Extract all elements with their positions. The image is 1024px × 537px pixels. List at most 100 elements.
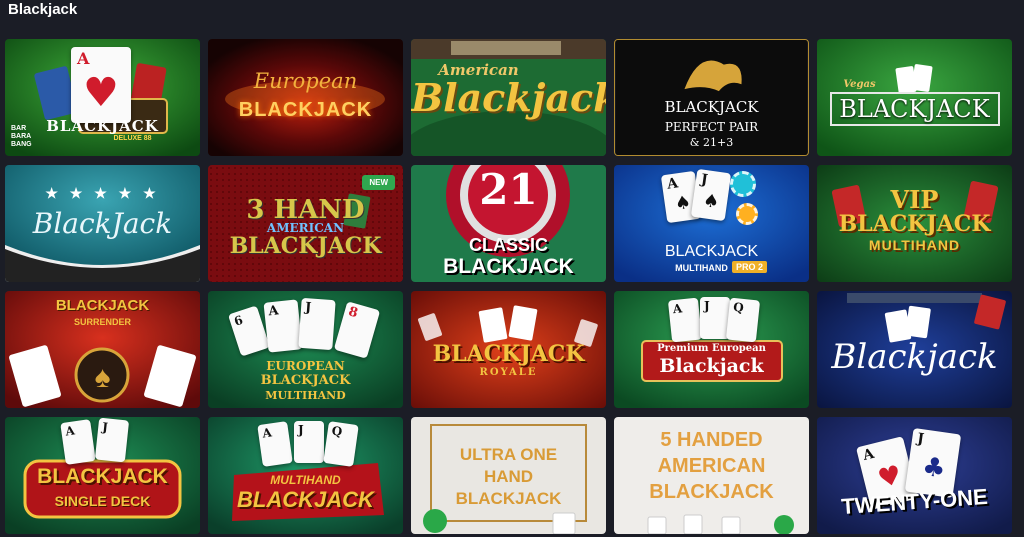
jack-of-spades-card: J ♠ [690, 168, 732, 222]
jack-card: J [298, 297, 336, 351]
tile-subtitle: BLACKJACK [238, 99, 373, 121]
game-tile-twenty-one[interactable]: A ♥ J ♣ TWENTY-ONE [817, 417, 1012, 534]
card-rank: A [64, 423, 76, 439]
tile-title: CLASSIC [468, 235, 548, 255]
tile-subtitle: Blackjack [411, 75, 606, 120]
tile-title: BLACKJACK [46, 117, 159, 135]
tile-subtitle: ROYALE [479, 367, 538, 378]
game-tile-american-blackjack[interactable]: American Blackjack [411, 39, 606, 156]
tile-title: BLACKJACK [432, 341, 585, 367]
provider-line: BARA [11, 133, 32, 140]
game-tile-5-handed-american-blackjack[interactable]: 5 HANDED AMERICAN BLACKJACK [614, 417, 809, 534]
game-tile-classic-blackjack[interactable]: 21 CLASSIC BLACKJACK [411, 165, 606, 282]
game-tile-multihand-blackjack[interactable]: A J Q MULTIHAND BLACKJACK [208, 417, 403, 534]
tile-title: BLACKJACK [37, 465, 168, 488]
card-rank: A [672, 301, 683, 317]
tile-subtitle-2: BLACKJACK [229, 233, 382, 259]
tile-subtitle: Blackjack [659, 355, 764, 377]
card-rank: J [101, 419, 109, 435]
club-icon: ♣ [920, 451, 948, 485]
game-tile-premium-european-blackjack[interactable]: A J Q Premium European Blackjack [614, 291, 809, 408]
card-rank: J [699, 171, 709, 189]
card-rank: A [861, 445, 876, 465]
tile-subtitle-2: & 21+3 [689, 136, 734, 149]
card-rank: J [298, 423, 304, 437]
provider-logo: BAR BARA BANG [11, 125, 32, 149]
ace-card: A [60, 419, 96, 465]
tile-subtitle-2: MULTIHAND [265, 389, 346, 402]
card-rank: J [916, 430, 925, 448]
section-title: Blackjack [8, 1, 78, 18]
spade-icon: ♠ [94, 361, 111, 394]
game-tile-european-blackjack-multihand[interactable]: 6 A J 8 EUROPEAN BLACKJACK MULTIHAND [208, 291, 403, 408]
provider-line: BAR [11, 125, 27, 132]
tile-title: MULTIHAND [270, 473, 341, 487]
card-rank: A [77, 49, 90, 68]
tile-subtitle: PERFECT PAIR [664, 120, 759, 134]
chip-icon [736, 203, 758, 225]
spade-icon: ♠ [673, 191, 693, 215]
game-tile-vegas-blackjack[interactable]: Vegas BLACKJACK [817, 39, 1012, 156]
tile-title: 5 HANDED [660, 429, 763, 451]
card-rank: Q [732, 299, 745, 315]
game-tile-blackjack-navy[interactable]: Blackjack [817, 291, 1012, 408]
game-tile-3-hand-american-blackjack[interactable]: NEW 3 HAND AMERICAN BLACKJACK [208, 165, 403, 282]
tile-subtitle: SURRENDER [73, 317, 131, 327]
tile-subtitle: BLACKJACK [838, 211, 991, 237]
card-rank: A [666, 175, 680, 193]
tile-subtitle-2: BLACKJACK [649, 481, 774, 503]
tile-title: ULTRA ONE [459, 445, 558, 464]
game-tile-ultra-one-hand-blackjack[interactable]: ULTRA ONE HAND BLACKJACK [411, 417, 606, 534]
tile-subtitle: HAND [483, 467, 534, 486]
tile-subtitle: BLACKJACK [237, 487, 374, 512]
ace-card: A [263, 299, 303, 353]
tile-title: European [253, 69, 358, 93]
card-rank: Q [330, 423, 344, 439]
tile-subtitle: MULTIHAND [675, 263, 728, 273]
tile-subtitle: SINGLE DECK [54, 493, 151, 509]
ace-of-hearts-card: A ♥ [71, 47, 131, 123]
card-rank: A [267, 303, 280, 320]
queen-card: Q [725, 297, 761, 343]
heart-icon: ♥ [83, 69, 119, 116]
tile-subtitle: BLACKJACK [839, 95, 990, 123]
game-tile-blackjack-single-deck[interactable]: A J BLACKJACK SINGLE DECK [5, 417, 200, 534]
card-rank: 8 [346, 304, 360, 322]
game-tile-blackjack-deluxe-88[interactable]: A ♥ BLACKJACK DELUXE 88 BAR BARA BANG [5, 39, 200, 156]
game-grid: A ♥ BLACKJACK DELUXE 88 BAR BARA BANG Eu… [5, 39, 1012, 534]
tile-title: BLACKJACK [664, 98, 759, 116]
tile-title: BLACKJACK [664, 243, 759, 260]
tile-subtitle: DELUXE 88 [113, 135, 152, 142]
game-tile-vip-blackjack-multihand[interactable]: VIP BLACKJACK MULTIHAND [817, 165, 1012, 282]
tile-title: Premium European [657, 343, 766, 354]
tile-title: Vegas [843, 79, 876, 90]
ace-card: A [667, 297, 703, 343]
tile-title: BLACKJACK [55, 297, 150, 314]
game-tile-blackjack-perfect-pair[interactable]: BLACKJACK PERFECT PAIR & 21+3 [614, 39, 809, 156]
provider-line: BANG [11, 141, 32, 148]
tile-art [208, 39, 403, 156]
tile-subtitle: BLACKJACK [260, 373, 351, 388]
tile-subtitle: BLACKJACK [443, 255, 574, 278]
tile-subtitle-2: BLACKJACK [455, 489, 562, 508]
game-tile-european-blackjack[interactable]: European BLACKJACK [208, 39, 403, 156]
chip-number: 21 [479, 165, 538, 214]
card-rank: 6 [232, 312, 245, 329]
tile-title: BlackJack [32, 207, 173, 240]
spade-icon: ♠ [701, 190, 721, 214]
jack-card: J [94, 417, 130, 463]
tile-subtitle-2: MULTIHAND [868, 237, 961, 253]
card-rank: J [304, 300, 312, 316]
game-tile-blackjack-surrender[interactable]: BLACKJACK SURRENDER ♠ [5, 291, 200, 408]
game-tile-blackjack-royale[interactable]: BLACKJACK ROYALE [411, 291, 606, 408]
ace-card: A [257, 421, 293, 467]
game-tile-blackjack-multihand-pro-2[interactable]: A ♠ J ♠ BLACKJACK MULTIHAND PRO 2 [614, 165, 809, 282]
tile-title: EUROPEAN [266, 359, 345, 373]
tile-title: VIP [890, 185, 939, 214]
game-tile-blackjack-classic-teal[interactable]: ★ ★ ★ ★ ★ BlackJack [5, 165, 200, 282]
queen-card: Q [323, 421, 359, 467]
tile-subtitle: AMERICAN [657, 455, 766, 477]
chip-icon [730, 171, 756, 197]
card-rank: J [704, 299, 710, 313]
stars-decoration: ★ ★ ★ ★ ★ [45, 185, 160, 201]
